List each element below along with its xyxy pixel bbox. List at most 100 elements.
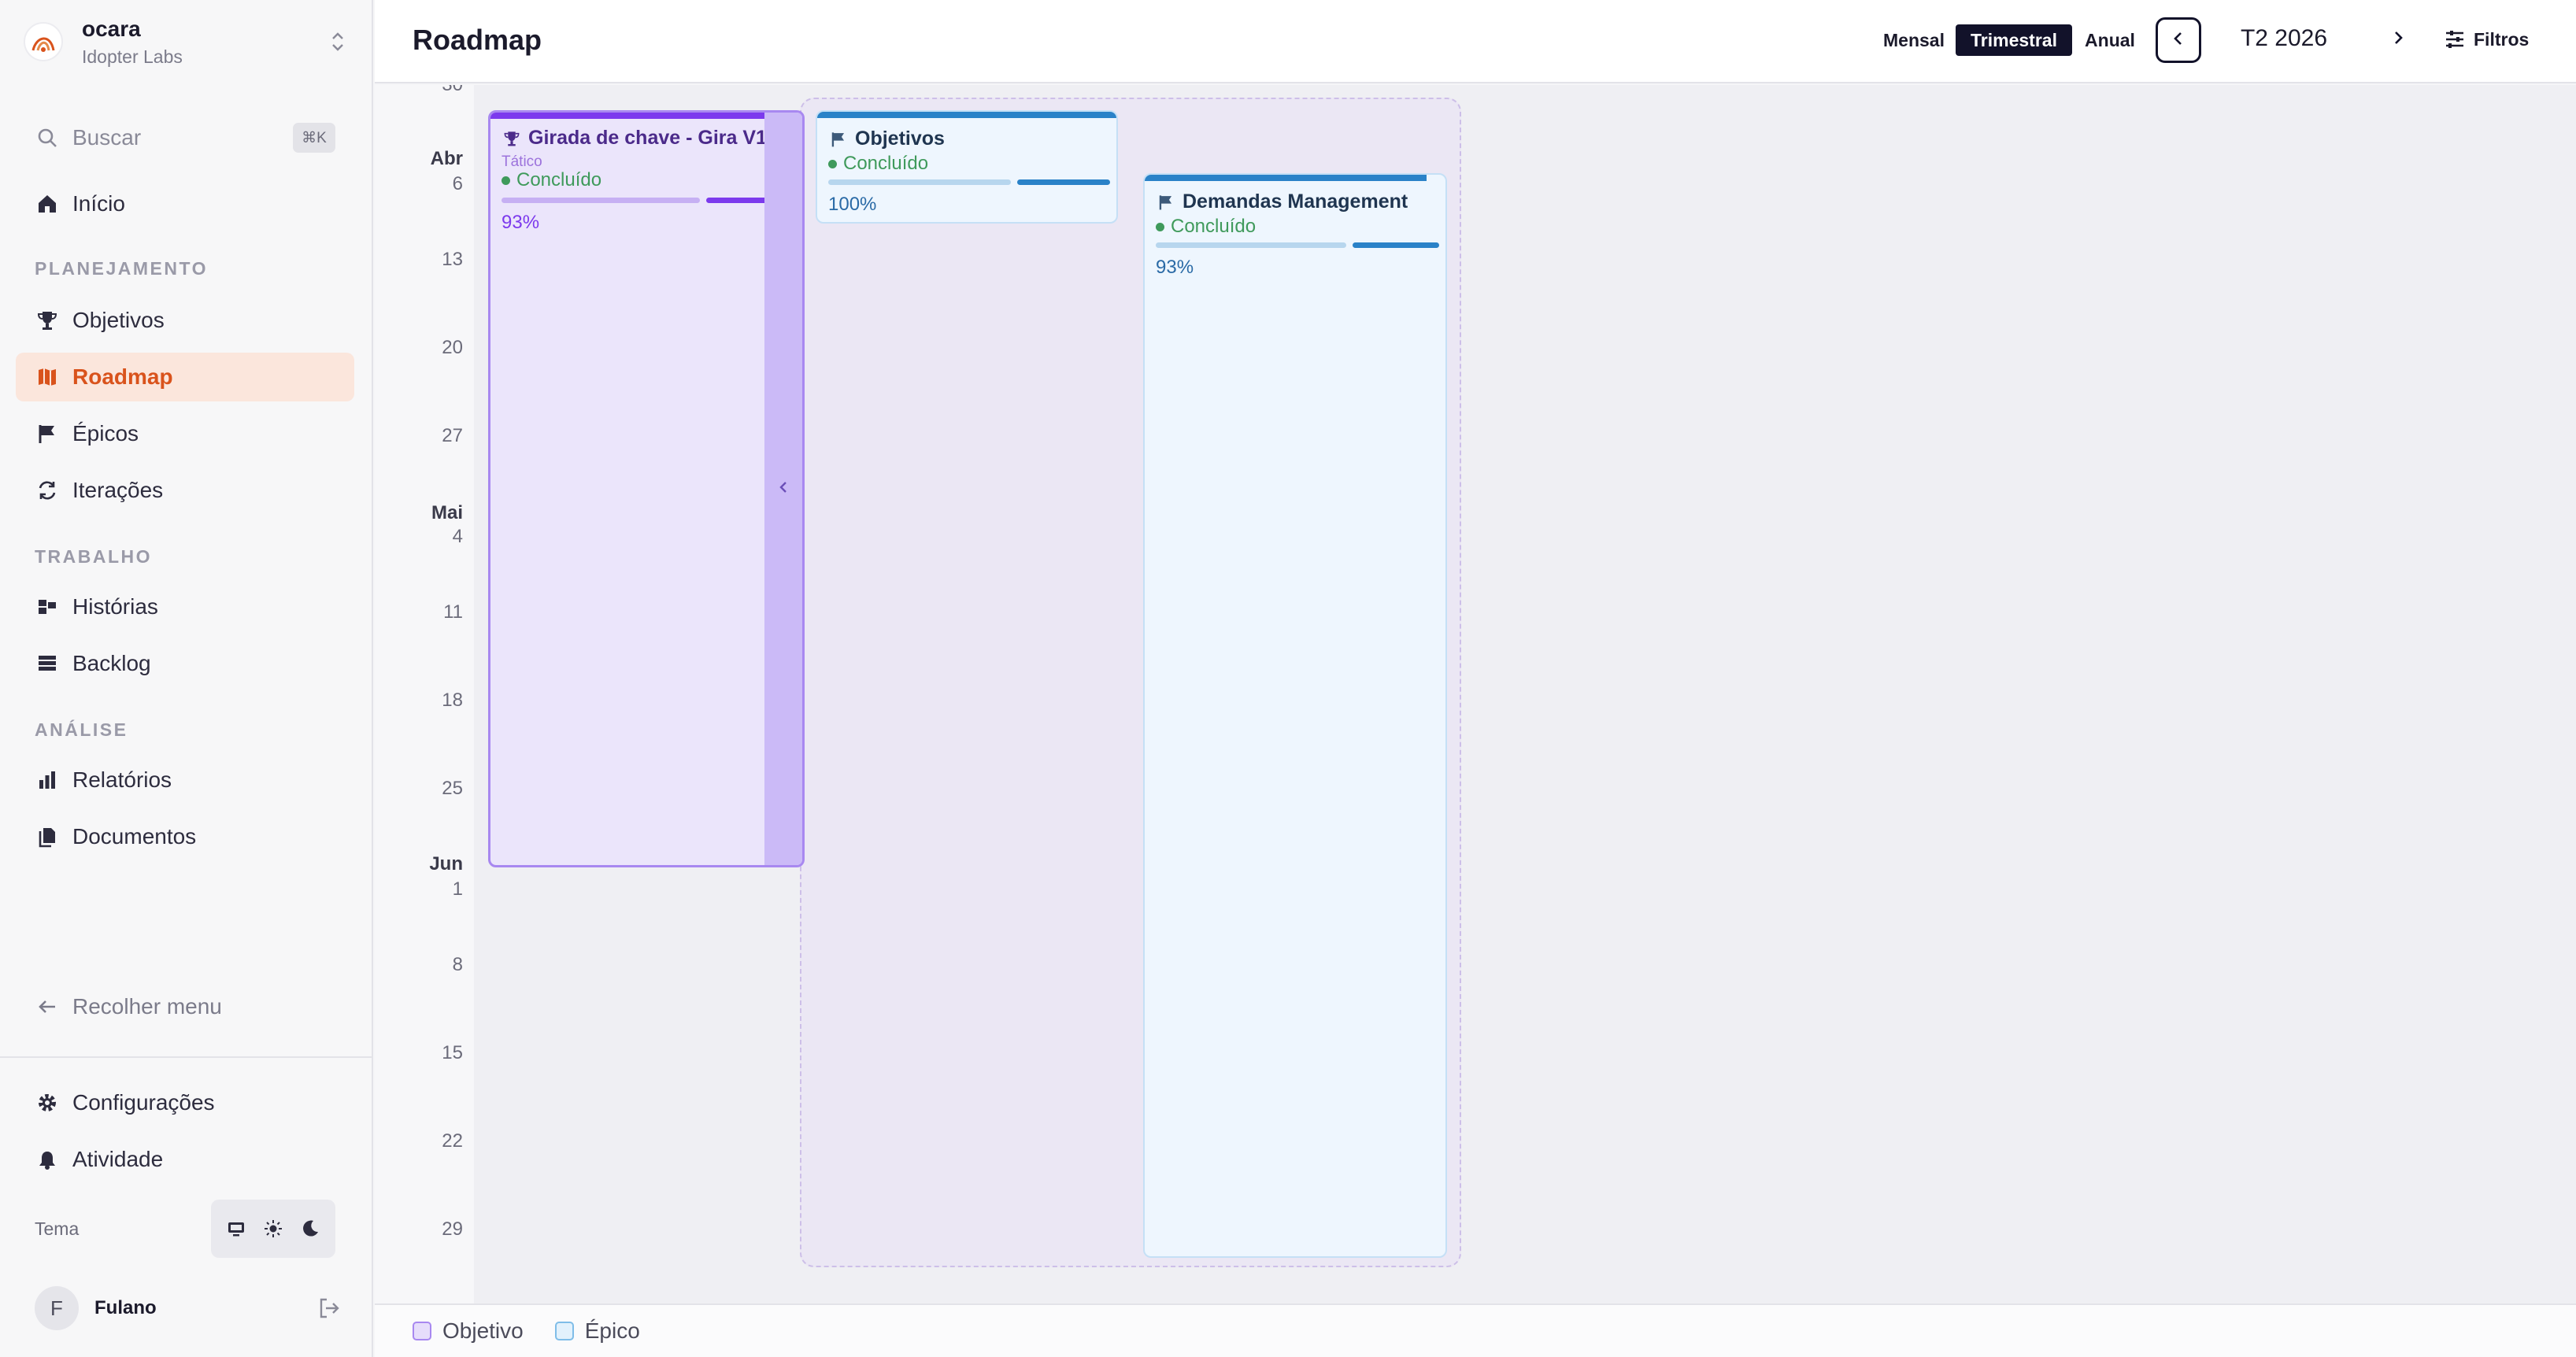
section-title-planejamento: PLANEJAMENTO — [35, 258, 208, 279]
view-trimestral-button[interactable]: Trimestral — [1956, 24, 2072, 56]
month-label: Abr — [430, 148, 463, 169]
progress-track — [828, 179, 1011, 185]
sidebar-item-roadmap[interactable]: Roadmap — [16, 353, 354, 401]
section-title-trabalho: TRABALHO — [35, 546, 153, 567]
workspace-switcher[interactable]: ocara Idopter Labs — [24, 14, 350, 69]
sidebar-item-epicos[interactable]: Épicos — [16, 409, 354, 458]
sun-icon[interactable] — [257, 1213, 289, 1244]
sidebar-item-configuracoes[interactable]: Configurações — [16, 1078, 354, 1127]
chevron-up-down-icon[interactable] — [326, 30, 350, 54]
sidebar-item-relatorios[interactable]: Relatórios — [16, 756, 354, 804]
objective-type: Tático — [502, 153, 542, 170]
week-label: 13 — [442, 249, 463, 270]
sliders-icon — [2442, 27, 2467, 52]
month-label: Mai — [431, 502, 463, 523]
trophy-icon — [502, 128, 522, 149]
epic-title: Demandas Management — [1156, 190, 1408, 213]
map-icon — [35, 364, 60, 390]
status-text: Concluído — [843, 153, 929, 174]
next-period-button[interactable] — [2382, 24, 2414, 55]
section-title-analise: ANÁLISE — [35, 719, 128, 740]
sidebar-item-backlog[interactable]: Backlog — [16, 639, 354, 688]
legend-item-epico: Épico — [554, 1318, 640, 1344]
monitor-icon[interactable] — [220, 1213, 252, 1244]
user-profile[interactable]: F Fulano — [35, 1286, 342, 1330]
sidebar-item-label: Iterações — [72, 478, 164, 502]
view-mensal-button[interactable]: Mensal — [1878, 24, 1949, 56]
progress-fill — [1017, 179, 1110, 185]
sidebar-item-label: Histórias — [72, 594, 158, 619]
sidebar-item-label: Épicos — [72, 421, 139, 446]
sidebar-item-label: Objetivos — [72, 308, 165, 332]
epic-card[interactable]: Objetivos Concluído 100% — [816, 110, 1118, 224]
search-shortcut-badge: ⌘K — [293, 123, 335, 153]
sidebar-item-objetivos[interactable]: Objetivos — [16, 296, 354, 345]
progress-track — [1156, 242, 1346, 248]
sidebar-item-label: Documentos — [72, 824, 197, 849]
objective-title: Girada de chave - Gira V1 — [502, 127, 767, 150]
week-label: 1 — [452, 878, 463, 900]
period-label: T2 2026 — [2240, 25, 2328, 51]
sidebar-item-atividade[interactable]: Atividade — [16, 1135, 354, 1184]
chevron-right-icon — [2390, 29, 2406, 50]
sidebar-item-label: Início — [72, 191, 125, 216]
chevron-left-icon — [778, 479, 789, 499]
week-label: 20 — [442, 337, 463, 358]
progress-percentage: 93% — [502, 212, 540, 233]
search-label: Buscar — [72, 125, 142, 150]
month-label: Jun — [429, 853, 463, 874]
sidebar-item-label: Configurações — [72, 1090, 215, 1115]
flag-icon — [35, 421, 60, 446]
collapse-objective-handle[interactable] — [764, 113, 802, 865]
progress-percentage: 93% — [1156, 257, 1194, 278]
week-label: 18 — [442, 690, 463, 711]
collapse-menu-label: Recolher menu — [72, 994, 222, 1019]
sidebar-item-label: Atividade — [72, 1147, 164, 1171]
status-dot — [828, 159, 837, 168]
week-label: 6 — [452, 173, 463, 194]
epic-title: Objetivos — [828, 128, 945, 150]
workspace-name: ocara — [82, 16, 141, 41]
filters-button[interactable]: Filtros — [2442, 25, 2529, 54]
epic-title-text: Demandas Management — [1183, 190, 1408, 213]
gear-icon — [35, 1090, 60, 1115]
moon-icon[interactable] — [294, 1213, 326, 1244]
sidebar-item-iteracoes[interactable]: Iterações — [16, 466, 354, 515]
objective-status: Concluído — [502, 169, 601, 191]
stories-icon — [35, 594, 60, 619]
week-label: 11 — [443, 601, 463, 623]
bar-chart-icon — [35, 767, 60, 793]
sidebar-item-label: Roadmap — [72, 364, 173, 389]
documents-icon — [35, 824, 60, 849]
search-icon — [35, 125, 60, 150]
view-anual-button[interactable]: Anual — [2078, 24, 2141, 56]
week-label: 25 — [442, 778, 463, 799]
flag-icon — [1156, 192, 1176, 213]
roadmap-timeline: 30 Abr 6 13 20 27 Mai 4 11 18 25 Jun 1 8… — [375, 85, 2576, 1303]
refresh-icon — [35, 478, 60, 503]
epic-card[interactable]: Demandas Management Concluído 93% — [1143, 173, 1447, 1258]
status-text: Concluído — [1171, 216, 1257, 237]
epic-title-text: Objetivos — [855, 128, 945, 150]
page-title: Roadmap — [413, 24, 542, 56]
status-dot — [502, 176, 510, 185]
legend-swatch — [554, 1322, 574, 1340]
sidebar-item-inicio[interactable]: Início — [16, 179, 354, 228]
sidebar-item-documentos[interactable]: Documentos — [16, 812, 354, 861]
search-button[interactable]: Buscar ⌘K — [16, 113, 354, 162]
week-label: 4 — [452, 526, 463, 547]
collapse-menu-button[interactable]: Recolher menu — [16, 982, 354, 1031]
epic-accent-bar — [1145, 175, 1427, 181]
previous-period-button[interactable] — [2156, 17, 2201, 63]
arrow-left-icon — [35, 994, 60, 1019]
chevron-left-icon — [2171, 30, 2186, 51]
objective-title-text: Girada de chave - Gira V1 — [528, 127, 767, 149]
app-window: ocara Idopter Labs Buscar ⌘K Início PLAN… — [0, 0, 2576, 1357]
objective-card[interactable]: Girada de chave - Gira V1 Tático Concluí… — [488, 110, 805, 867]
logout-icon[interactable] — [316, 1296, 342, 1321]
epic-status: Concluído — [828, 153, 928, 175]
sidebar-item-historias[interactable]: Histórias — [16, 582, 354, 631]
progress-percentage: 100% — [828, 194, 877, 215]
week-label: 22 — [442, 1130, 463, 1152]
legend: Objetivo Épico — [375, 1303, 2576, 1357]
